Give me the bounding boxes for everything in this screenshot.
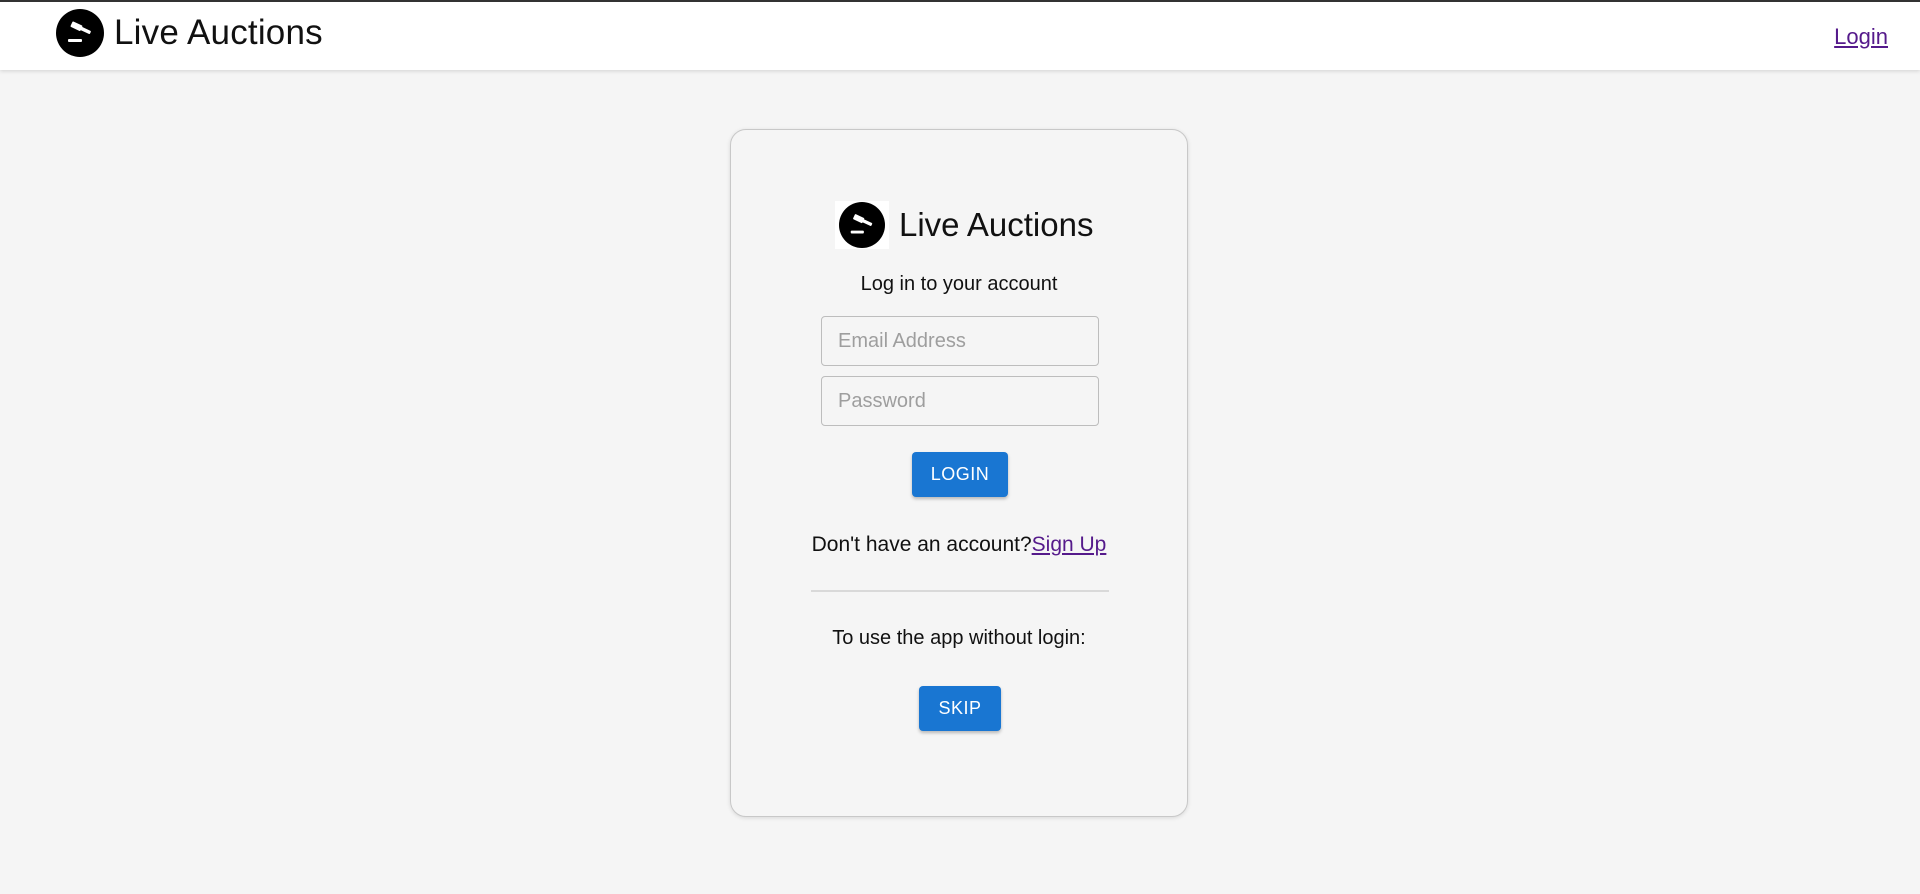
header-brand-title: Live Auctions bbox=[114, 13, 323, 52]
login-button[interactable]: LOGIN bbox=[912, 452, 1008, 497]
card-brand-title: Live Auctions bbox=[899, 206, 1094, 243]
email-field[interactable] bbox=[821, 316, 1099, 366]
skip-button[interactable]: SKIP bbox=[919, 686, 1001, 731]
card-brand: Live Auctions bbox=[835, 200, 1093, 250]
signup-row: Don't have an account?Sign Up bbox=[731, 533, 1187, 557]
login-subtitle: Log in to your account bbox=[860, 273, 1058, 295]
divider bbox=[811, 590, 1109, 592]
header-login-link[interactable]: Login bbox=[1834, 24, 1888, 50]
signup-prompt: Don't have an account? bbox=[811, 533, 1032, 556]
login-card: Live Auctions Log in to your account LOG… bbox=[730, 129, 1188, 817]
signup-link[interactable]: Sign Up bbox=[1032, 533, 1107, 556]
header-brand[interactable]: Live Auctions bbox=[56, 8, 323, 58]
skip-prompt: To use the app without login: bbox=[832, 627, 1086, 649]
gavel-icon bbox=[839, 202, 885, 248]
gavel-icon bbox=[56, 9, 104, 57]
password-field[interactable] bbox=[821, 376, 1099, 426]
top-app-bar: Live Auctions Login bbox=[0, 0, 1920, 70]
card-logo bbox=[835, 201, 889, 249]
